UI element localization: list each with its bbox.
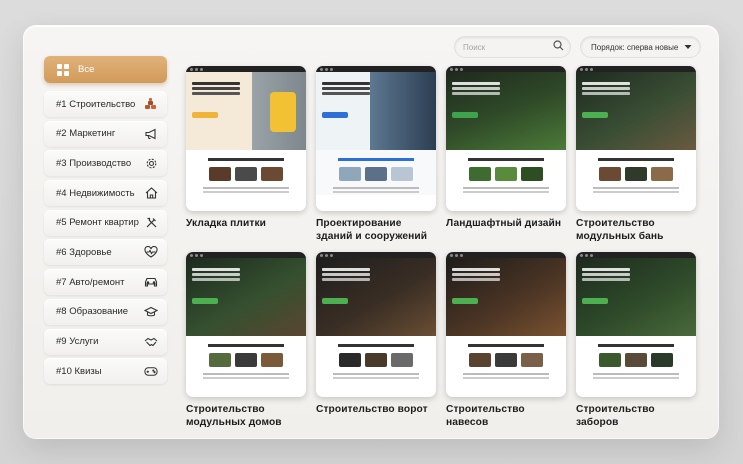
template-title: Строительство ворот [316, 404, 428, 415]
template-card[interactable]: Строительство модульных бань [576, 66, 696, 243]
template-preview[interactable] [446, 66, 566, 211]
grid-icon [56, 63, 70, 77]
template-preview[interactable] [316, 252, 436, 397]
sidebar-item-label: #4 Недвижимость [56, 187, 135, 199]
sidebar-item-label: #9 Услуги [56, 336, 99, 347]
sidebar-item-label: #8 Образование [56, 306, 129, 318]
house-icon [144, 186, 158, 200]
search-box[interactable] [455, 37, 570, 57]
sidebar-item-label: #5 Ремонт квартир [56, 217, 139, 229]
template-preview[interactable] [576, 252, 696, 397]
template-title: Строительство модульных бань [576, 218, 664, 242]
sidebar-item-renovation[interactable]: #5 Ремонт квартир [44, 209, 167, 236]
sidebar-item-all[interactable]: Все [44, 56, 167, 83]
sidebar-item-label: #1 Строительство [56, 98, 136, 110]
search-input[interactable] [463, 42, 553, 52]
sort-dropdown[interactable]: Порядок: сперва новые [581, 37, 700, 57]
gear-icon [144, 156, 158, 170]
template-card[interactable]: Строительство ворот [316, 252, 436, 416]
template-card[interactable]: Ландшафтный дизайн [446, 66, 566, 230]
gamepad-icon [144, 364, 158, 378]
sidebar-item-label: #10 Квизы [56, 365, 102, 377]
sidebar-item-label: #7 Авто/ремонт [56, 276, 125, 288]
template-preview[interactable] [446, 252, 566, 397]
sidebar-item-services[interactable]: #9 Услуги [44, 328, 167, 355]
sidebar-item-construction[interactable]: #1 Строительство [44, 91, 167, 117]
megaphone-icon [144, 127, 158, 141]
sidebar-item-auto[interactable]: #7 Авто/ремонт [44, 269, 167, 296]
graduation-cap-icon [144, 305, 158, 319]
sidebar-item-quizzes[interactable]: #10 Квизы [44, 358, 167, 385]
template-card[interactable]: Укладка плитки [186, 66, 306, 230]
template-card[interactable]: Строительство модульных домов [186, 252, 306, 429]
sidebar-item-health[interactable]: #6 Здоровье [44, 239, 167, 266]
template-title: Укладка плитки [186, 218, 267, 229]
car-icon [144, 275, 158, 289]
sidebar-item-label: #3 Производство [56, 157, 132, 169]
template-title: Ландшафтный дизайн [446, 218, 562, 229]
template-title: Строительство заборов [576, 404, 655, 428]
template-card[interactable]: Проектирование зданий и сооружений [316, 66, 436, 243]
sidebar-item-label: #6 Здоровье [56, 246, 112, 258]
sidebar-item-real-estate[interactable]: #4 Недвижимость [44, 180, 167, 207]
sidebar-item-education[interactable]: #8 Образование [44, 298, 167, 325]
sidebar-item-label: #2 Маркетинг [56, 128, 116, 140]
template-preview[interactable] [186, 66, 306, 211]
category-sidebar: Все #1 Строительство #2 Маркетинг #3 Про… [44, 56, 167, 388]
template-card[interactable]: Строительство заборов [576, 252, 696, 429]
template-title: Строительство навесов [446, 404, 525, 428]
template-title: Проектирование зданий и сооружений [316, 218, 428, 242]
search-icon[interactable] [553, 38, 564, 56]
sidebar-item-marketing[interactable]: #2 Маркетинг [44, 120, 167, 147]
template-title: Строительство модульных домов [186, 404, 282, 428]
tools-icon [144, 216, 158, 230]
template-card[interactable]: Строительство навесов [446, 252, 566, 429]
template-preview[interactable] [186, 252, 306, 397]
sidebar-item-label: Все [78, 64, 95, 75]
template-preview[interactable] [576, 66, 696, 211]
template-preview[interactable] [316, 66, 436, 211]
sort-value: Порядок: сперва новые [591, 42, 679, 52]
sidebar-item-manufacturing[interactable]: #3 Производство [44, 150, 167, 177]
heart-pulse-icon [144, 245, 158, 259]
chevron-down-icon [684, 43, 692, 52]
handshake-icon [144, 335, 158, 349]
brick-pile-icon [144, 97, 158, 111]
